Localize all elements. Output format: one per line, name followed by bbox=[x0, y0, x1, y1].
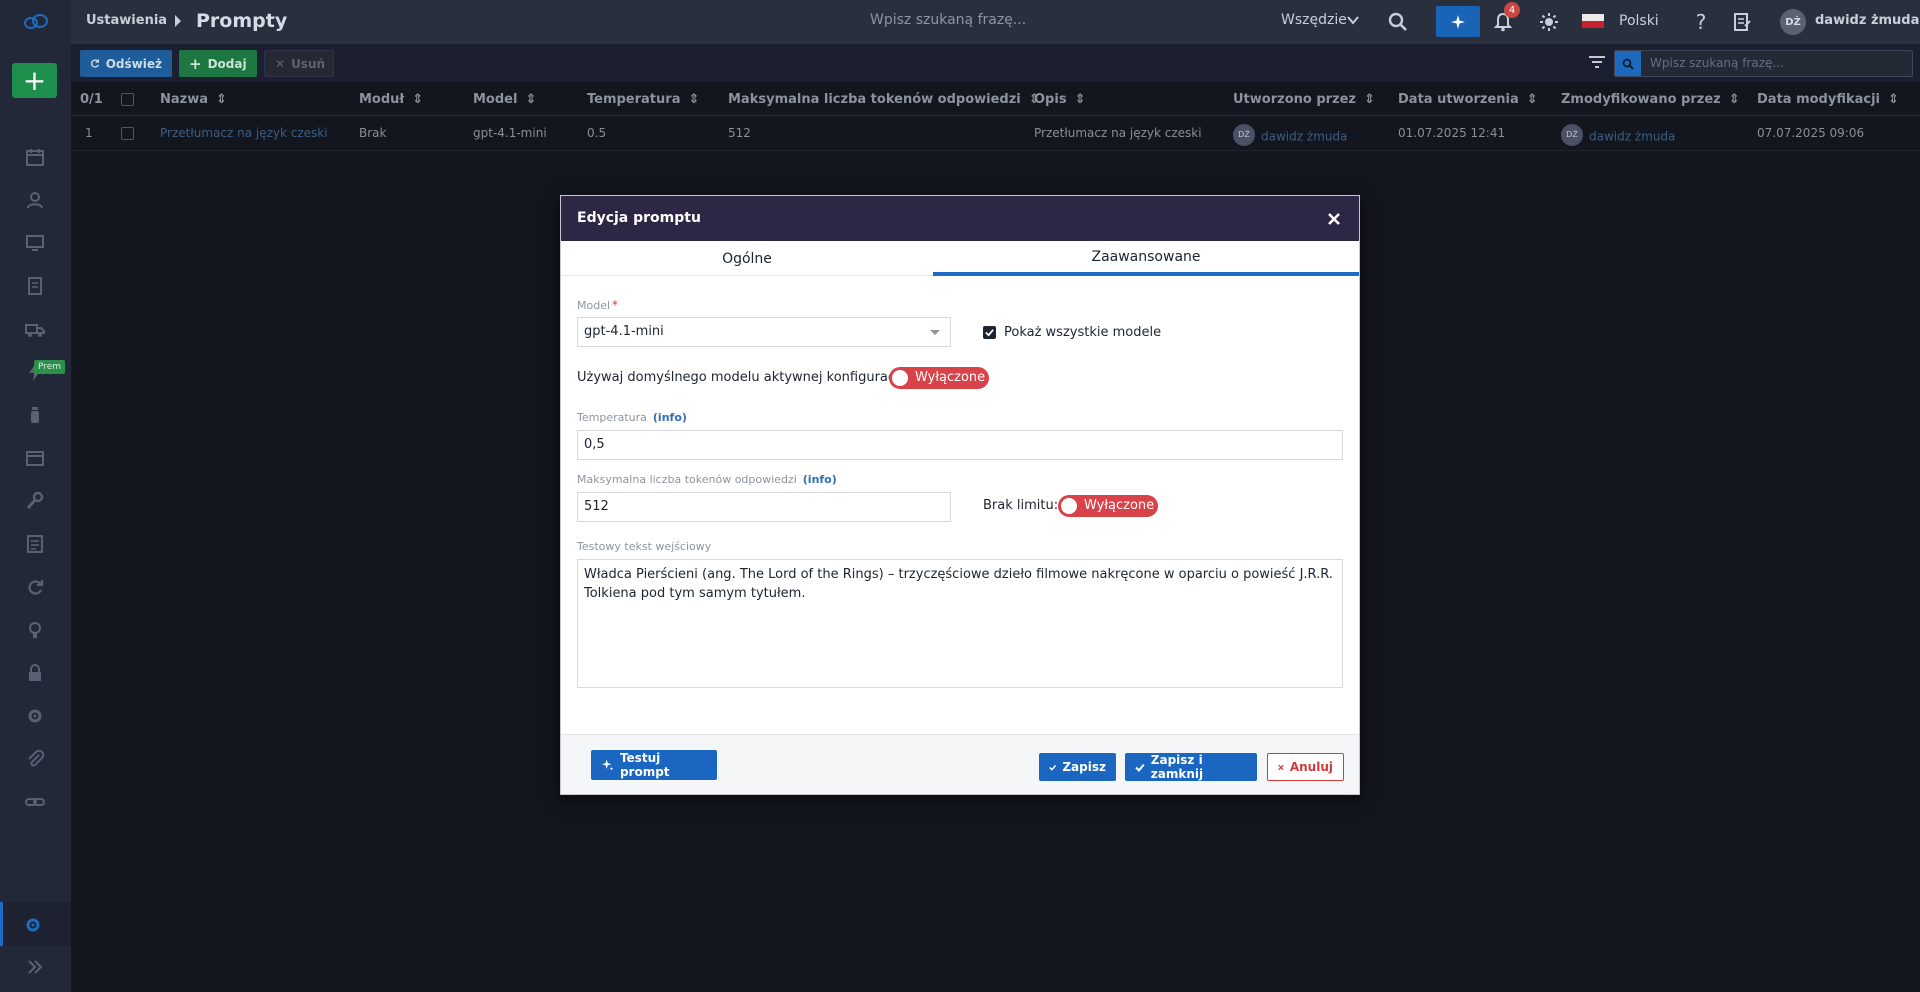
temperature-info-link[interactable]: (info) bbox=[653, 411, 687, 424]
settings-gear-icon bbox=[26, 918, 40, 932]
paperclip-icon[interactable] bbox=[22, 746, 48, 772]
invoice-icon[interactable] bbox=[22, 531, 48, 557]
truck-icon[interactable] bbox=[22, 316, 48, 342]
chevron-down-icon[interactable] bbox=[1347, 14, 1359, 26]
cancel-button[interactable]: Anuluj bbox=[1267, 753, 1344, 781]
close-icon bbox=[1278, 764, 1284, 770]
breadcrumb-arrow-icon bbox=[175, 15, 181, 27]
no-limit-label: Brak limitu: bbox=[983, 498, 1059, 513]
toggle-knob bbox=[1061, 498, 1077, 514]
premium-badge: Prem bbox=[34, 360, 66, 374]
calendar-icon[interactable] bbox=[22, 144, 48, 170]
lock-icon[interactable] bbox=[22, 660, 48, 686]
edit-prompt-dialog: Edycja promptu Ogólne Zaawansowane Model… bbox=[560, 195, 1360, 795]
wrench-icon[interactable] bbox=[22, 488, 48, 514]
document-icon[interactable] bbox=[22, 273, 48, 299]
lightbulb-icon[interactable] bbox=[22, 617, 48, 643]
dialog-tabs: Ogólne Zaawansowane bbox=[561, 241, 1359, 276]
use-default-model-toggle[interactable]: Wyłączone bbox=[889, 367, 989, 389]
save-button[interactable]: Zapisz bbox=[1039, 753, 1116, 781]
max-tokens-info-link[interactable]: (info) bbox=[803, 473, 837, 486]
global-search-input[interactable]: Wpisz szukaną frazę... bbox=[870, 12, 1026, 28]
gear-refresh-icon[interactable] bbox=[22, 703, 48, 729]
save-label: Zapisz bbox=[1062, 760, 1106, 774]
breadcrumb-settings[interactable]: Ustawienia bbox=[86, 13, 167, 28]
toggle-state: Wyłączone bbox=[915, 370, 986, 385]
check-icon bbox=[1135, 763, 1145, 772]
save-and-close-label: Zapisz i zamknij bbox=[1150, 753, 1204, 781]
logo-icon bbox=[23, 14, 48, 29]
test-prompt-button[interactable]: Testuj prompt bbox=[591, 750, 717, 780]
dialog-footer: Testuj prompt Zapisz Zapisz i zamknij An… bbox=[561, 734, 1359, 794]
sparkle-icon bbox=[1451, 14, 1465, 29]
language-select[interactable]: Polski bbox=[1619, 13, 1659, 29]
tab-general[interactable]: Ogólne bbox=[561, 241, 933, 276]
dialog-title: Edycja promptu bbox=[577, 210, 701, 226]
page-title: Prompty bbox=[196, 10, 288, 32]
model-select[interactable]: gpt-4.1-mini bbox=[577, 317, 951, 347]
toggle-knob bbox=[892, 370, 908, 386]
theme-sun-icon[interactable] bbox=[1536, 9, 1562, 35]
check-icon bbox=[1049, 764, 1057, 771]
sync-icon[interactable] bbox=[22, 574, 48, 600]
max-tokens-label: Maksymalna liczba tokenów odpowiedzi (inf… bbox=[577, 473, 837, 486]
chevron-down-icon bbox=[930, 330, 940, 335]
max-tokens-value: 512 bbox=[584, 499, 609, 514]
check-icon bbox=[985, 329, 994, 337]
temperature-input[interactable]: 0,5 bbox=[577, 430, 1343, 460]
search-scope-select[interactable]: Wszędzie bbox=[1281, 12, 1347, 28]
use-default-model-label: Używaj domyślnego modelu aktywnej konfig… bbox=[577, 370, 907, 385]
help-icon[interactable]: ? bbox=[1688, 9, 1714, 35]
show-all-models-checkbox[interactable] bbox=[983, 326, 996, 339]
user-avatar[interactable]: DŻ bbox=[1780, 9, 1806, 35]
temperature-label: Temperatura (info) bbox=[577, 411, 687, 424]
polish-flag-icon[interactable] bbox=[1582, 14, 1604, 28]
tab-advanced[interactable]: Zaawansowane bbox=[933, 241, 1359, 276]
sidebar: + Prem bbox=[0, 44, 71, 992]
dialog-header: Edycja promptu bbox=[561, 196, 1359, 241]
test-input-textarea[interactable]: Władca Pierścieni (ang. The Lord of the … bbox=[577, 559, 1343, 688]
sparkle-icon bbox=[601, 759, 614, 771]
cancel-label: Anuluj bbox=[1289, 760, 1333, 774]
temperature-value: 0,5 bbox=[584, 437, 605, 452]
link-icon[interactable] bbox=[22, 789, 48, 815]
monitor-icon[interactable] bbox=[22, 230, 48, 256]
window-icon[interactable] bbox=[22, 445, 48, 471]
sidebar-item-settings[interactable] bbox=[0, 902, 71, 946]
notes-icon[interactable] bbox=[1729, 9, 1755, 35]
top-bar: Ustawienia Prompty Wpisz szukaną frazę..… bbox=[0, 0, 1920, 44]
model-label: Model * bbox=[577, 298, 619, 312]
bottle-icon[interactable] bbox=[22, 402, 48, 428]
user-name[interactable]: dawidz żmuda bbox=[1815, 13, 1919, 28]
ai-assistant-button[interactable] bbox=[1436, 6, 1480, 37]
notification-count-badge: 4 bbox=[1504, 2, 1520, 18]
quick-add-button[interactable]: + bbox=[12, 63, 57, 98]
save-and-close-button[interactable]: Zapisz i zamknij bbox=[1125, 753, 1257, 781]
close-icon bbox=[1328, 213, 1340, 225]
model-value: gpt-4.1-mini bbox=[584, 324, 664, 339]
search-icon[interactable] bbox=[1385, 9, 1411, 35]
close-dialog-button[interactable] bbox=[1323, 208, 1345, 230]
app-logo[interactable] bbox=[0, 0, 71, 44]
test-prompt-label: Testuj prompt bbox=[619, 751, 670, 779]
test-input-label: Testowy tekst wejściowy bbox=[577, 540, 712, 553]
max-tokens-input[interactable]: 512 bbox=[577, 492, 951, 522]
no-limit-toggle[interactable]: Wyłączone bbox=[1058, 495, 1158, 517]
expand-sidebar-icon[interactable] bbox=[22, 954, 48, 980]
person-icon[interactable] bbox=[22, 187, 48, 213]
show-all-models-label[interactable]: Pokaż wszystkie modele bbox=[1004, 325, 1161, 340]
toggle-state: Wyłączone bbox=[1084, 498, 1155, 513]
